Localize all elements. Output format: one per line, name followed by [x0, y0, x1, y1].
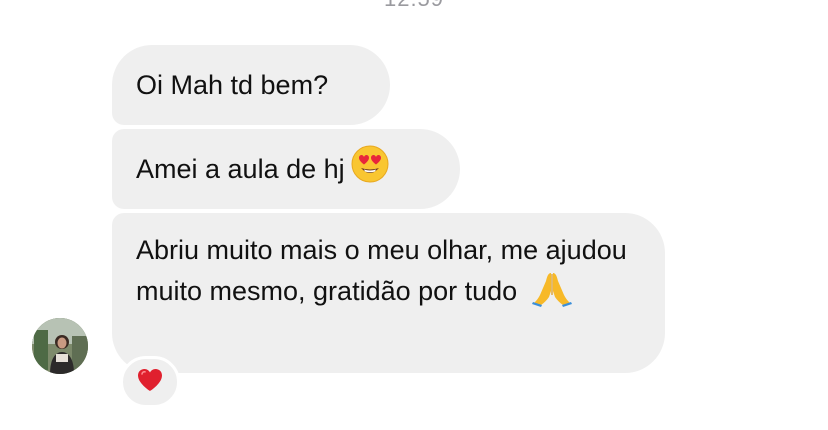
red-heart-icon: [136, 367, 164, 398]
smiling-face-with-heart-eyes-icon: [351, 145, 389, 193]
chat-screen: 12:59 Oi Mah td bem? Amei a aula de hj A…: [0, 0, 828, 430]
message-text: Amei a aula de hj: [136, 154, 345, 184]
message-bubble[interactable]: Abriu muito mais o meu olhar, me ajudou …: [112, 213, 665, 373]
message-reaction[interactable]: [120, 356, 180, 408]
message-text: Oi Mah td bem?: [136, 70, 329, 100]
message-timestamp: 12:59: [0, 0, 828, 12]
contact-avatar[interactable]: [32, 318, 88, 374]
message-bubble[interactable]: Oi Mah td bem?: [112, 45, 390, 125]
folded-hands-icon: [531, 269, 573, 317]
message-bubble[interactable]: Amei a aula de hj: [112, 129, 460, 209]
